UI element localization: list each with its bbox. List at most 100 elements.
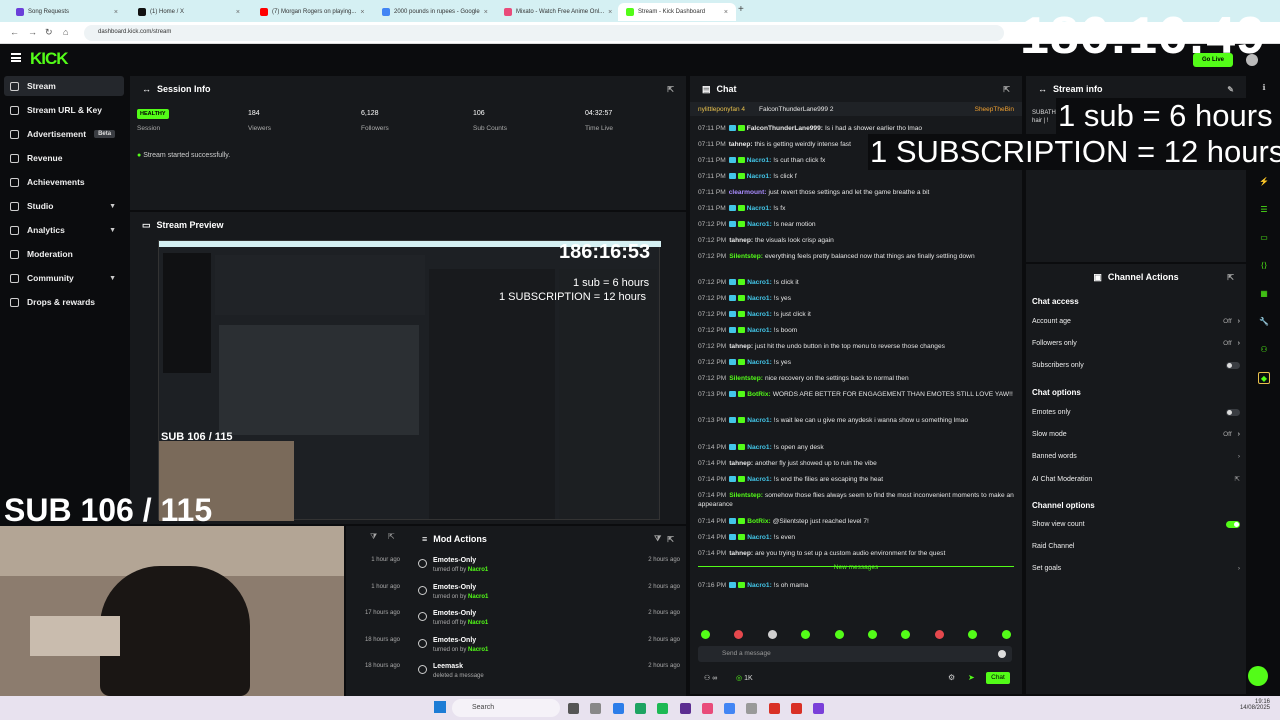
send-icon[interactable]: ➤	[968, 673, 975, 682]
sidebar-item-analytics[interactable]: Analytics ▼	[4, 220, 124, 240]
account-age-row[interactable]: Account age Off ›	[1032, 318, 1240, 325]
lightning-icon[interactable]: ⚡	[1258, 176, 1270, 188]
people-icon[interactable]: ⚇	[1258, 344, 1270, 356]
chat-message[interactable]: 07:11 PM FalconThunderLane999: Is i had a …	[698, 125, 1016, 134]
taskbar-app-icon[interactable]	[813, 703, 825, 714]
emote-icon[interactable]	[701, 630, 710, 639]
taskbar-app-icon[interactable]	[746, 703, 758, 714]
chat-message[interactable]: 07:12 PM Nacro1: !s boom	[698, 327, 1016, 336]
chat-fab-icon[interactable]	[1248, 666, 1268, 686]
edit-icon[interactable]: ✎	[1227, 85, 1234, 94]
chat-bubble-icon[interactable]: ▭	[1258, 232, 1270, 244]
taskbar-app-icon[interactable]	[612, 703, 624, 714]
menu-icon[interactable]	[11, 53, 21, 62]
filter-icon[interactable]: ⧩	[370, 532, 377, 542]
sidebar-item-stream[interactable]: Stream	[4, 76, 124, 96]
windows-start-icon[interactable]	[434, 701, 446, 713]
chat-message[interactable]: 07:12 PM Nacro1: !s just click it	[698, 311, 1016, 320]
chat-message[interactable]: 07:14 PM tahnep: another fly just showed u…	[698, 460, 1016, 469]
set-goals-row[interactable]: Set goals ›	[1032, 565, 1240, 572]
chat-message[interactable]: 07:14 PM Nacro1: !s open any desk	[698, 444, 1016, 453]
popout-icon[interactable]: ⇱	[667, 535, 674, 544]
raid-channel-row[interactable]: Raid Channel	[1032, 543, 1240, 550]
chevron-down-icon[interactable]: ▼	[109, 275, 116, 282]
close-icon[interactable]: ×	[236, 9, 240, 16]
mod-action-item[interactable]: Leemask deleted a message 2 hours ago	[418, 663, 680, 689]
close-icon[interactable]: ×	[114, 9, 118, 16]
chevron-down-icon[interactable]: ▼	[109, 203, 116, 210]
emote-icon[interactable]	[868, 630, 877, 639]
chat-input[interactable]: Send a message	[698, 646, 1012, 662]
chat-message[interactable]: 07:12 PM tahnep: just hit the undo button …	[698, 343, 1016, 352]
mod-action-item[interactable]: Emotes-Only turned on by Nacro1 2 hours ag…	[418, 637, 680, 663]
popout-icon[interactable]: ⇱	[1227, 273, 1234, 282]
emote-icon[interactable]	[934, 630, 944, 639]
taskbar-app-icon[interactable]	[791, 703, 802, 714]
info-icon[interactable]: ℹ	[1258, 82, 1270, 94]
chat-message[interactable]: 07:11 PM clearmount: just revert those set…	[698, 189, 1016, 198]
ai-moderation-row[interactable]: AI Chat Moderation ⇱	[1032, 475, 1240, 484]
reload-icon[interactable]: ↻	[45, 27, 53, 38]
sidebar-item-achievements[interactable]: Achievements	[4, 172, 124, 192]
stream-preview-video[interactable]: 186:16:53 1 sub = 6 hours 1 SUBSCRIPTION…	[158, 240, 661, 521]
home-icon[interactable]: ⌂	[63, 27, 68, 37]
back-icon[interactable]: ←	[10, 27, 19, 37]
taskbar-search[interactable]: Search	[452, 699, 560, 717]
chat-message[interactable]: 07:14 PM Nacro1: !s even	[698, 534, 1016, 543]
popout-icon[interactable]: ⇱	[667, 85, 674, 94]
sidebar-item-stream-url-key[interactable]: Stream URL & Key	[4, 100, 124, 120]
emote-icon[interactable]	[834, 630, 844, 639]
chat-message[interactable]: 07:12 PM tahnep: the visuals look crisp ag…	[698, 237, 1016, 246]
code-icon[interactable]: ⟨⟩	[1258, 260, 1270, 272]
chat-message[interactable]: 07:12 PM Nacro1: !s click it	[698, 279, 1016, 288]
popout-icon[interactable]: ⇱	[1003, 85, 1010, 94]
banned-words-row[interactable]: Banned words ›	[1032, 453, 1240, 460]
taskbar-app-icon[interactable]	[701, 703, 713, 714]
chat-message[interactable]: 07:12 PM Nacro1: !s near motion	[698, 221, 1016, 230]
taskbar-app-icon[interactable]	[634, 703, 646, 714]
taskbar-app-icon[interactable]	[679, 703, 691, 714]
kick-logo[interactable]: KICK	[30, 49, 69, 69]
sidebar-item-community[interactable]: Community ▼	[4, 268, 124, 288]
close-icon[interactable]: ×	[360, 9, 364, 16]
users-icon[interactable]: ⚇ ∞	[704, 674, 717, 682]
close-icon[interactable]: ×	[724, 9, 728, 16]
gifter-3[interactable]: SheepTheBin	[975, 106, 1014, 113]
browser-tab[interactable]: 2000 pounds in rupees - Google ×	[374, 3, 492, 21]
mod-action-item[interactable]: Emotes-Only turned off by Nacro1 2 hours a…	[418, 557, 680, 583]
taskbar-app-icon[interactable]	[657, 703, 669, 714]
filter-icon[interactable]: ⧩	[654, 534, 661, 544]
new-tab-button[interactable]: +	[738, 4, 744, 15]
taskbar-app-icon[interactable]	[724, 703, 736, 714]
chat-message[interactable]: 07:13 PM BotRix: WORDS ARE BETTER FOR ENGA…	[698, 391, 1016, 400]
chat-message[interactable]: 07:14 PM BotRix: @Silentstep just reached …	[698, 518, 1016, 527]
list-icon[interactable]: ☰	[1258, 204, 1270, 216]
diamond-icon[interactable]: ◆	[1258, 372, 1270, 384]
settings-icon[interactable]: ⚙	[948, 673, 955, 682]
wrench-icon[interactable]: 🔧	[1258, 316, 1270, 328]
grid-icon[interactable]: ▦	[1258, 288, 1270, 300]
emotes-only-toggle[interactable]	[1226, 409, 1240, 416]
taskbar-app-icon[interactable]	[590, 703, 602, 714]
emoji-icon[interactable]	[998, 650, 1006, 658]
chat-message[interactable]: 07:14 PM Nacro1: !s end the filies are esc…	[698, 476, 1016, 485]
chat-message[interactable]: 07:14 PM Silentstep: somehow those flies a…	[698, 492, 1016, 509]
close-icon[interactable]: ×	[608, 9, 612, 16]
show-view-count-toggle[interactable]	[1226, 521, 1240, 528]
taskbar-app-icon[interactable]	[568, 703, 579, 714]
new-messages-label[interactable]: New messages	[690, 564, 1022, 571]
followers-only-row[interactable]: Followers only Off ›	[1032, 340, 1240, 347]
sidebar-item-drops-rewards[interactable]: Drops & rewards	[4, 292, 124, 312]
chat-message[interactable]: 07:12 PM Nacro1: !s yes	[698, 295, 1016, 304]
chat-message[interactable]: 07:14 PM tahnep: are you trying to set up …	[698, 550, 1016, 559]
sidebar-item-advertisement[interactable]: Advertisement Beta	[4, 124, 124, 144]
chat-message[interactable]: 07:13 PM Nacro1: !s wait lee can u give me…	[698, 417, 1016, 426]
sidebar-item-studio[interactable]: Studio ▼	[4, 196, 124, 216]
chat-message[interactable]: 07:12 PM Silentstep: nice recovery on the …	[698, 375, 1016, 384]
close-icon[interactable]: ×	[484, 9, 488, 16]
chat-message[interactable]: 07:12 PM Silentstep: everything feels pret…	[698, 253, 1016, 262]
slow-mode-row[interactable]: Slow mode Off ›	[1032, 431, 1240, 438]
chat-message[interactable]: 07:12 PM Nacro1: !s yes	[698, 359, 1016, 368]
gifter-2[interactable]: FalconThunderLane999 2	[759, 106, 833, 113]
gifter-1[interactable]: nylittleponyfan 4	[698, 106, 745, 113]
